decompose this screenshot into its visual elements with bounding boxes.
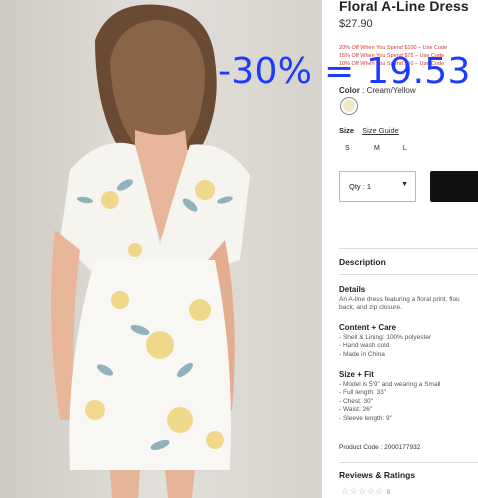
size-label: Size — [339, 126, 355, 135]
content-care-list: - Shell & Lining: 100% polyester - Hand … — [339, 334, 431, 359]
size-fit-heading: Size + Fit — [339, 370, 374, 379]
divider — [339, 274, 478, 275]
list-item: - Model is 5'9" and wearing a Small — [339, 381, 441, 388]
quantity-value: Qty : 1 — [349, 182, 372, 191]
product-price: $27.90 — [339, 18, 373, 30]
list-item: - Hand wash cold — [339, 342, 390, 350]
size-option-s[interactable]: S — [345, 145, 372, 152]
size-options: S M L — [345, 145, 430, 152]
size-option-m[interactable]: M — [374, 145, 401, 152]
rating-stars: ☆☆☆☆☆ 0 — [341, 486, 391, 497]
chevron-down-icon: ▼ — [401, 181, 408, 188]
product-code: Product Code : 2000177932 — [339, 444, 421, 451]
list-item: - Waist: 26" — [339, 406, 373, 414]
details-heading: Details — [339, 285, 366, 294]
size-option-l[interactable]: L — [403, 145, 430, 152]
size-guide-link[interactable]: Size Guide — [362, 126, 399, 135]
list-item: - Made in China — [339, 350, 385, 358]
description-heading[interactable]: Description — [339, 257, 386, 267]
list-item: - Chest: 30" — [339, 397, 374, 405]
list-item: - Shell & Lining: 100% polyester — [339, 334, 432, 341]
details-text: An A-line dress featuring a floral print… — [339, 296, 460, 313]
add-to-bag-button[interactable] — [430, 171, 478, 202]
reviews-heading[interactable]: Reviews & Ratings — [339, 470, 415, 480]
content-care-heading: Content + Care — [339, 323, 397, 332]
swatch-fill — [343, 100, 355, 112]
quantity-select[interactable]: Qty : 1 ▼ — [339, 171, 416, 202]
review-count: 0 — [386, 490, 391, 496]
size-fit-list: - Model is 5'9" and wearing a Small - Fu… — [339, 381, 440, 423]
product-title: Floral A-Line Dress — [339, 0, 469, 14]
details-line: back, and zip closure. — [339, 304, 402, 312]
divider — [339, 248, 478, 249]
list-item: - Full length: 33" — [339, 389, 387, 397]
details-line: An A-line dress featuring a floral print… — [339, 296, 460, 303]
discount-overlay-text: -30% = 19.53 — [218, 51, 471, 92]
size-row: Size Size Guide — [339, 126, 399, 135]
color-swatch-cream-yellow[interactable] — [340, 97, 358, 115]
list-item: - Sleeve length: 9" — [339, 414, 392, 422]
divider — [339, 462, 478, 463]
star-icon: ☆☆☆☆☆ — [341, 486, 384, 496]
